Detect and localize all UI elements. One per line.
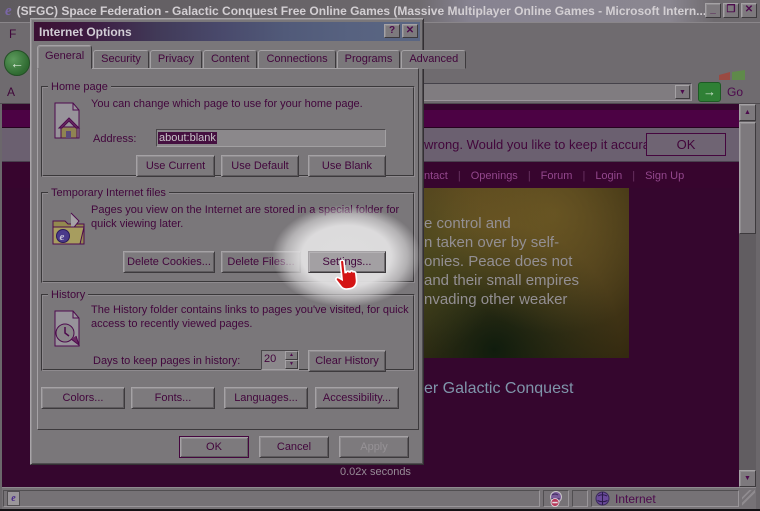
nav-link[interactable]: Forum xyxy=(518,170,573,182)
spin-up-icon[interactable]: ▲ xyxy=(285,351,298,360)
home-address-input[interactable]: about:blank xyxy=(156,129,386,147)
close-button[interactable]: ✕ xyxy=(741,3,757,18)
dialog-close-button[interactable]: ✕ xyxy=(402,24,418,38)
history-days-value: 20 xyxy=(264,353,276,365)
back-arrow-icon: ← xyxy=(10,55,24,71)
status-main-panel: e xyxy=(3,490,540,507)
blocked-globe-icon xyxy=(547,491,565,507)
use-current-button[interactable]: Use Current xyxy=(136,155,215,177)
page-caption: er Galactic Conquest xyxy=(424,380,573,398)
use-default-button[interactable]: Use Default xyxy=(221,155,299,177)
tab-general[interactable]: General xyxy=(37,45,92,69)
history-description: The History folder contains links to pag… xyxy=(91,303,413,331)
tab-advanced[interactable]: Advanced xyxy=(401,50,466,69)
home-page-icon xyxy=(51,101,85,141)
home-page-description: You can change which page to use for you… xyxy=(91,97,413,111)
history-days-label: Days to keep pages in history: xyxy=(93,355,240,367)
dialog-title: Internet Options xyxy=(34,25,420,39)
history-days-spinner[interactable]: 20 ▲ ▼ xyxy=(261,350,299,370)
temp-files-icon: e xyxy=(51,211,89,247)
go-arrow-icon: → xyxy=(703,84,716,99)
tab-connections[interactable]: Connections xyxy=(258,50,335,69)
delete-files-button[interactable]: Delete Files... xyxy=(221,251,301,273)
notice-ok-button[interactable]: OK xyxy=(646,133,726,156)
use-blank-button[interactable]: Use Blank xyxy=(308,155,386,177)
nav-link[interactable]: Login xyxy=(572,170,622,182)
notice-text: wrong. Would you like to keep it accurat… xyxy=(424,137,668,152)
dialog-help-button[interactable]: ? xyxy=(384,24,400,38)
history-legend: History xyxy=(48,289,88,301)
dialog-tabs: General Security Privacy Content Connect… xyxy=(37,47,467,69)
accessibility-button[interactable]: Accessibility... xyxy=(315,387,399,409)
address-field-label: Address: xyxy=(93,133,136,145)
status-empty-panel xyxy=(572,490,588,507)
status-blocked-panel xyxy=(543,490,569,507)
story-line: n taken over by self- xyxy=(424,233,579,252)
page-timer-text: 0.02x seconds xyxy=(340,466,411,478)
scroll-up-icon[interactable]: ▲ xyxy=(739,104,756,121)
story-line: e control and xyxy=(424,214,579,233)
fonts-button[interactable]: Fonts... xyxy=(131,387,215,409)
temp-files-legend: Temporary Internet files xyxy=(48,187,169,199)
page-body-text: e control and n taken over by self- onie… xyxy=(424,214,579,309)
ie-logo-icon: e xyxy=(5,3,12,20)
temp-files-description: Pages you view on the Internet are store… xyxy=(91,203,413,231)
go-button[interactable]: → xyxy=(698,82,721,102)
spin-down-icon[interactable]: ▼ xyxy=(285,360,298,369)
dialog-titlebar[interactable]: Internet Options ? ✕ xyxy=(34,22,420,41)
home-page-legend: Home page xyxy=(48,81,111,93)
nav-link[interactable]: ntact xyxy=(424,170,448,182)
vertical-scrollbar[interactable]: ▲ ▼ xyxy=(739,104,756,487)
document-icon: e xyxy=(7,491,20,506)
minimize-button[interactable]: _ xyxy=(705,3,721,18)
temp-files-group: Temporary Internet files e Pages you vie… xyxy=(41,187,415,283)
cancel-button[interactable]: Cancel xyxy=(259,436,329,458)
home-page-group: Home page You can change which page to u… xyxy=(41,81,415,177)
back-button[interactable]: ← xyxy=(4,50,30,76)
internet-globe-icon xyxy=(595,491,610,506)
story-line: and their small empires xyxy=(424,271,579,290)
story-line: nvading other weaker xyxy=(424,290,579,309)
languages-button[interactable]: Languages... xyxy=(224,387,308,409)
delete-cookies-button[interactable]: Delete Cookies... xyxy=(123,251,215,273)
status-zone-panel: Internet xyxy=(591,490,739,507)
scroll-down-icon[interactable]: ▼ xyxy=(739,470,756,487)
svg-text:e: e xyxy=(60,231,65,243)
colors-button[interactable]: Colors... xyxy=(41,387,125,409)
clear-history-button[interactable]: Clear History xyxy=(308,350,386,372)
go-label[interactable]: Go xyxy=(727,85,743,99)
address-dropdown-icon[interactable]: ▼ xyxy=(675,85,690,99)
ok-button[interactable]: OK xyxy=(179,436,249,458)
internet-options-dialog: Internet Options ? ✕ General Security Pr… xyxy=(30,18,424,465)
address-label-fragment: A xyxy=(7,85,15,99)
scrollbar-thumb[interactable] xyxy=(739,122,756,234)
maximize-button[interactable]: ❐ xyxy=(723,3,739,18)
apply-button[interactable]: Apply xyxy=(339,436,409,458)
file-menu-fragment[interactable]: F xyxy=(9,27,16,41)
tab-privacy[interactable]: Privacy xyxy=(150,50,202,69)
settings-button[interactable]: Settings... xyxy=(308,251,386,273)
status-bar: e Internet xyxy=(2,487,756,509)
tab-programs[interactable]: Programs xyxy=(337,50,401,69)
resize-grip[interactable] xyxy=(742,490,755,507)
history-group: History The History folder contains link… xyxy=(41,289,415,371)
nav-link[interactable]: Openings xyxy=(448,170,518,182)
status-zone-label: Internet xyxy=(615,492,656,506)
tab-content[interactable]: Content xyxy=(203,50,258,69)
story-line: onies. Peace does not xyxy=(424,252,579,271)
nav-link[interactable]: Sign Up xyxy=(622,170,684,182)
browser-title: (SFGC) Space Federation - Galactic Conqu… xyxy=(17,4,760,18)
tab-security[interactable]: Security xyxy=(93,50,149,69)
history-group-icon xyxy=(51,309,85,349)
home-address-value: about:blank xyxy=(158,132,217,144)
browser-window: e (SFGC) Space Federation - Galactic Con… xyxy=(0,0,760,511)
